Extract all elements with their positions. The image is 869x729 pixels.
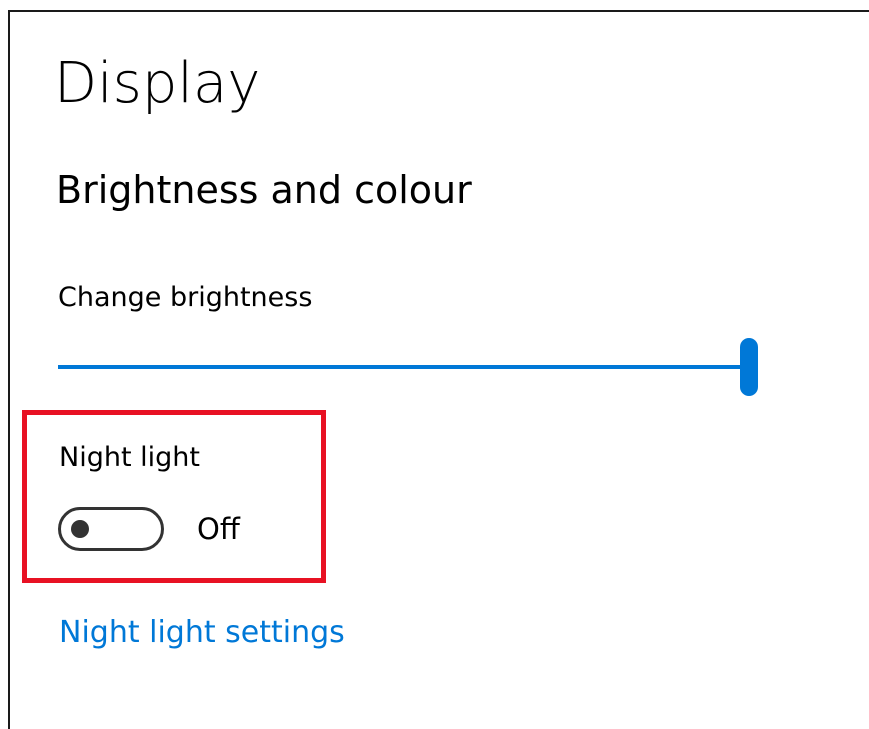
window-border-top	[8, 10, 869, 12]
night-light-toggle[interactable]	[58, 507, 164, 551]
window-border-left	[8, 10, 10, 729]
brightness-slider-label: Change brightness	[58, 282, 313, 313]
night-light-highlight-box	[22, 410, 326, 583]
night-light-label: Night light	[59, 442, 200, 473]
night-light-toggle-knob	[71, 520, 89, 538]
brightness-slider-fill	[58, 365, 749, 369]
night-light-settings-link[interactable]: Night light settings	[59, 613, 345, 653]
brightness-slider[interactable]	[58, 338, 758, 398]
page-title: Display	[54, 51, 261, 116]
brightness-slider-thumb[interactable]	[740, 338, 758, 396]
night-light-toggle-state: Off	[197, 512, 240, 546]
section-heading-brightness: Brightness and colour	[56, 168, 472, 212]
